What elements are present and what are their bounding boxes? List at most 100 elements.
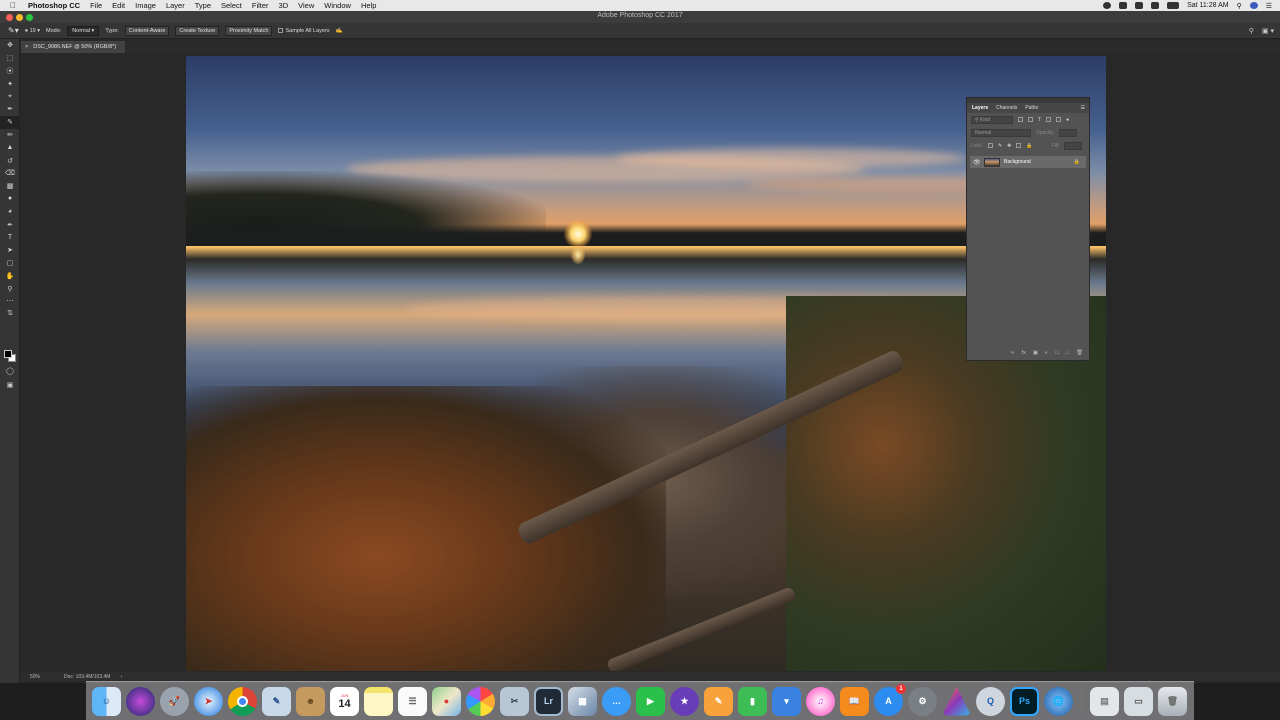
document-tab[interactable]: × DSC_9086.NEF @ 50% (RGB/8*) [21,41,125,53]
tab-paths[interactable]: Paths [1025,105,1038,111]
photos-icon[interactable] [466,686,495,716]
calendar-icon[interactable]: JUN 14 [330,686,359,716]
app-menu[interactable]: Photoshop CC [28,1,80,10]
quick-mask-icon[interactable]: ◯ [0,365,20,378]
finder-icon[interactable]: ☺ [92,686,121,716]
swap-colors-icon[interactable]: ⇅ [0,308,20,318]
image-capture-icon[interactable]: ✂ [500,686,529,716]
path-selection-tool-icon[interactable]: ➤ [0,244,20,257]
keynote-icon[interactable]: ▾ [772,686,801,716]
foreground-color-swatch[interactable] [4,350,12,358]
siri-icon[interactable] [126,686,155,716]
layer-name[interactable]: Background [1004,159,1031,165]
tab-channels[interactable]: Channels [996,105,1017,111]
spotlight-icon[interactable]: ⚲ [1237,2,1242,10]
lightroom-icon[interactable]: Lr [534,686,563,716]
quicktime-icon[interactable]: Q [976,686,1005,716]
documents-folder-icon[interactable]: ▤ [1090,686,1119,716]
rectangle-tool-icon[interactable]: ▢ [0,257,20,270]
new-layer-icon[interactable]: □ [1066,350,1069,356]
affinity-icon[interactable] [942,686,971,716]
battery-icon[interactable] [1167,2,1180,9]
healing-brush-tool-icon[interactable]: ✎ [0,115,20,129]
filter-shape-icon[interactable] [1046,117,1052,122]
sample-all-layers-checkbox[interactable]: Sample All Layers [278,28,330,34]
zoom-tool-icon[interactable]: ⚲ [0,282,20,295]
zoom-level[interactable]: 50% [30,674,40,680]
contacts-icon[interactable]: ☻ [296,686,325,716]
notification-center-icon[interactable]: ☰ [1266,2,1272,10]
close-tab-icon[interactable]: × [25,44,28,50]
healing-brush-tool-icon[interactable]: ✎▾ [8,26,19,35]
quick-selection-tool-icon[interactable]: ✦ [0,77,20,90]
clone-stamp-tool-icon[interactable]: ▲ [0,141,20,154]
filter-toggle-icon[interactable]: ● [1066,117,1069,123]
network-utility-icon[interactable]: 🌐 [1044,686,1073,716]
canvas-area[interactable] [21,53,1280,680]
hand-tool-icon[interactable]: ✋ [0,269,20,282]
status-menu-icon[interactable]: › [120,674,122,680]
layer-row-background[interactable]: 👁 Background 🔒 [970,156,1086,168]
proximity-match-button[interactable]: Proximity Match [225,25,273,36]
type-tool-icon[interactable]: T [0,231,20,244]
filter-pixel-icon[interactable] [1018,117,1023,122]
gradient-tool-icon[interactable]: ▩ [0,180,20,193]
menu-filter[interactable]: Filter [252,1,269,10]
link-layers-icon[interactable]: ∞ [1011,350,1015,356]
facetime-icon[interactable]: ▶ [636,686,665,716]
record-icon[interactable] [1103,2,1112,9]
brush-preset-picker[interactable]: ● 19 ▾ [25,28,40,34]
filter-type-icon[interactable]: T [1038,117,1041,123]
move-tool-icon[interactable]: ✥ [0,39,20,52]
menu-file[interactable]: File [90,1,102,10]
document-size[interactable]: Doc: 103.4M/103.4M [64,674,110,680]
dropbox-icon[interactable] [1119,2,1128,9]
siri-icon[interactable] [1249,2,1258,9]
itunes-icon[interactable]: ♫ [806,686,835,716]
panel-menu-icon[interactable]: ☰ [1081,105,1085,111]
history-brush-tool-icon[interactable]: ↺ [0,154,20,167]
new-group-icon[interactable]: □ [1055,350,1058,356]
chrome-icon[interactable] [228,686,257,716]
blend-mode-select[interactable]: Normal [971,128,1031,137]
lock-artboard-icon[interactable] [1016,143,1022,148]
maps-icon[interactable]: ● [432,686,461,716]
mode-select[interactable]: Normal ▾ [67,25,100,36]
preview-icon[interactable]: ✎ [262,686,291,716]
app-store-icon[interactable]: A 1 [874,683,906,716]
menu-3d[interactable]: 3D [279,1,289,10]
add-mask-icon[interactable]: ▣ [1033,350,1038,356]
eyedropper-tool-icon[interactable]: ✒ [0,103,20,116]
more-tools-icon[interactable]: ⋯ [0,295,20,308]
tab-layers[interactable]: Layers [972,105,988,111]
lasso-tool-icon[interactable]: ⦿ [0,65,20,78]
menu-window[interactable]: Window [324,1,351,10]
eye-icon[interactable]: 👁 [973,159,981,166]
lock-transparent-icon[interactable] [987,143,993,148]
lock-all-icon[interactable]: 🔒 [1026,143,1032,149]
lock-position-icon[interactable]: ✥ [1007,143,1011,149]
opacity-field[interactable] [1059,128,1078,137]
system-preferences-icon[interactable]: ⚙ [908,686,937,716]
menu-layer[interactable]: Layer [166,1,185,10]
ibooks-icon[interactable]: 📖 [840,686,869,716]
menu-help[interactable]: Help [361,1,376,10]
content-aware-button[interactable]: Content-Aware [124,25,170,36]
trash-icon[interactable]: 🗑 [1158,686,1187,716]
layer-style-icon[interactable]: fx [1022,350,1026,356]
menu-view[interactable]: View [298,1,314,10]
create-texture-button[interactable]: Create Texture [175,25,220,36]
pen-tool-icon[interactable]: ✒ [0,218,20,231]
numbers-icon[interactable]: ▮ [738,686,767,716]
adjustment-layer-icon[interactable]: ◐ [1045,350,1048,356]
dodge-tool-icon[interactable]: ◕ [0,205,20,218]
crop-tool-icon[interactable]: ⌖ [0,90,20,103]
image-viewer-icon[interactable]: ▩ [568,686,597,716]
search-icon[interactable]: ⚲ [1249,27,1254,35]
menu-select[interactable]: Select [221,1,242,10]
filter-smart-object-icon[interactable] [1056,117,1062,122]
messages-icon[interactable]: … [602,686,631,716]
lock-pixels-icon[interactable]: ✎ [998,143,1002,149]
pressure-size-icon[interactable]: ✍ [336,28,343,34]
launchpad-icon[interactable]: 🚀 [160,686,189,716]
